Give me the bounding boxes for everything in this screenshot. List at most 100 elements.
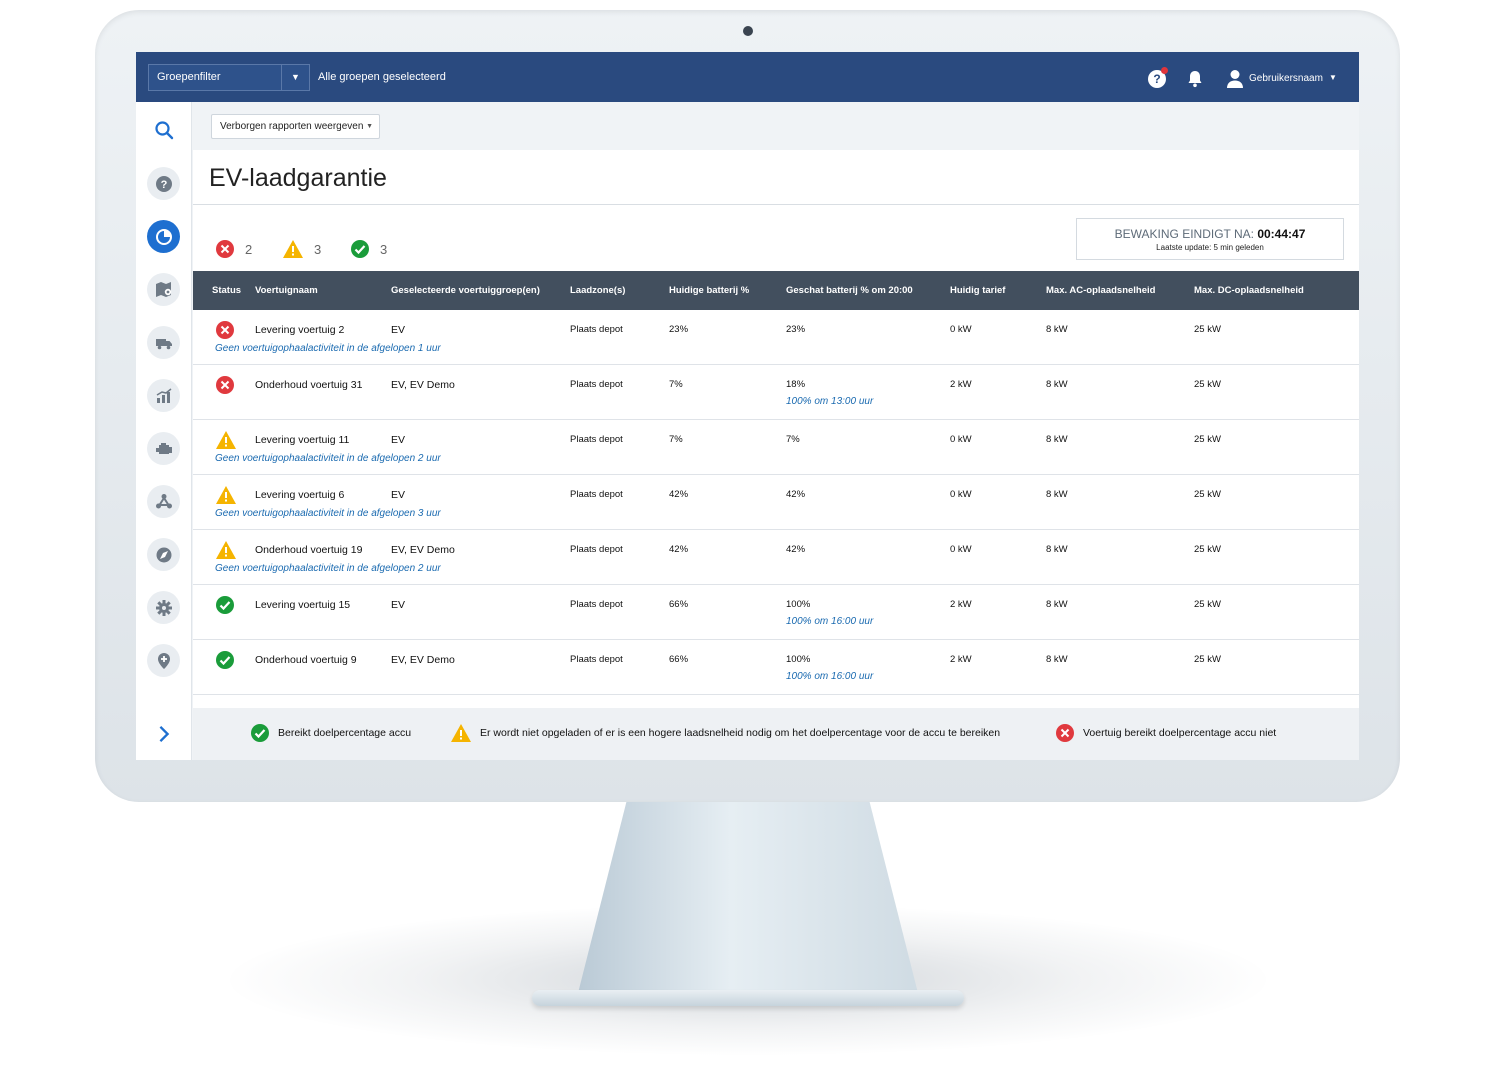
legend-error: Voertuig bereikt doelpercentage accu nie…	[1055, 723, 1276, 743]
max-ac: 8 kW	[1046, 434, 1068, 445]
vehicle-name[interactable]: Levering voertuig 11	[255, 434, 349, 446]
check-icon	[351, 240, 369, 258]
current-rate: 0 kW	[950, 434, 972, 445]
table-row[interactable]: Onderhoud voertuig 19 EV, EV Demo Plaats d…	[193, 530, 1359, 585]
vehicle-groups: EV	[391, 324, 406, 336]
summary-ok[interactable]: 3	[350, 239, 387, 259]
sidebar-item-zones[interactable]	[147, 538, 180, 571]
col-estimated-battery[interactable]: Geschat batterij % om 20:00	[786, 285, 913, 296]
monitoring-countdown: BEWAKING EINDIGT NA: 00:44:47 Laatste up…	[1076, 218, 1344, 260]
monitor-stand-neck	[575, 800, 921, 1005]
vehicle-name[interactable]: Onderhoud voertuig 9	[255, 654, 357, 666]
chevron-down-icon[interactable]: ▼	[281, 65, 309, 90]
vehicle-name[interactable]: Levering voertuig 2	[255, 324, 344, 336]
estimate-note: 100% om 16:00 uur	[786, 671, 874, 682]
sidebar-item-add-location[interactable]	[147, 644, 180, 677]
check-icon	[215, 650, 235, 670]
table-row[interactable]: Levering voertuig 6 EV Plaats depot 42% 42% 0…	[193, 475, 1359, 530]
activity-note: Geen voertuigophaalactiviteit in de afge…	[215, 563, 441, 574]
user-menu-caret-icon[interactable]: ▼	[1329, 73, 1337, 82]
table-row[interactable]: Onderhoud voertuig 9 EV, EV Demo Plaats de…	[193, 640, 1359, 695]
bar-chart-icon	[156, 387, 171, 403]
vehicle-name[interactable]: Onderhoud voertuig 31	[255, 379, 362, 391]
col-status[interactable]: Status	[212, 285, 241, 296]
estimated-battery: 100%	[786, 599, 811, 610]
vehicle-groups: EV	[391, 599, 406, 611]
vehicle-groups: EV, EV Demo	[391, 654, 455, 666]
check-icon	[215, 595, 235, 615]
table-row[interactable]: Levering voertuig 15 EV Plaats depot 66% 100…	[193, 585, 1359, 640]
legend-warning: Er wordt niet opgeladen of er is een hog…	[450, 723, 1000, 743]
sidebar-item-engine[interactable]	[147, 432, 180, 465]
estimated-battery: 18%	[786, 379, 806, 390]
vehicle-groups: EV	[391, 489, 406, 501]
sidebar-item-help[interactable]: ?	[147, 167, 180, 200]
max-dc: 25 kW	[1194, 654, 1221, 665]
legend-error-text: Voertuig bereikt doelpercentage accu nie…	[1083, 727, 1277, 739]
summary-error[interactable]: 2	[215, 239, 252, 259]
table-row[interactable]: Onderhoud voertuig 31 EV, EV Demo Plaats d…	[193, 365, 1359, 420]
question-circle-icon: ?	[155, 175, 172, 192]
vehicle-name[interactable]: Levering voertuig 6	[255, 489, 344, 501]
estimate-note: 100% om 13:00 uur	[786, 396, 874, 407]
col-max-dc[interactable]: Max. DC-oplaadsnelheid	[1194, 285, 1304, 296]
current-rate: 2 kW	[950, 599, 972, 610]
sidebar-expand-button[interactable]	[150, 720, 178, 748]
max-dc: 25 kW	[1194, 489, 1221, 500]
col-vehicle-groups[interactable]: Geselecteerde voertuiggroep(en)	[391, 285, 540, 296]
sidebar-item-settings[interactable]	[147, 591, 180, 624]
estimate-note: 100% om 16:00 uur	[786, 616, 874, 627]
activity-note: Geen voertuigophaalactiviteit in de afge…	[215, 508, 441, 519]
user-icon[interactable]	[1226, 69, 1244, 89]
col-current-battery[interactable]: Huidige batterij %	[669, 285, 749, 296]
search-icon	[155, 121, 174, 140]
charge-zone: Plaats depot	[570, 599, 623, 610]
notification-dot	[1161, 67, 1168, 74]
current-battery: 42%	[669, 489, 689, 500]
username[interactable]: Gebruikersnaam	[1249, 73, 1323, 84]
table-row[interactable]: Levering voertuig 11 EV Plaats depot 7% 7% 0 …	[193, 420, 1359, 475]
sidebar-item-reports[interactable]	[147, 220, 180, 253]
group-selection-status: Alle groepen geselecteerd	[318, 71, 446, 83]
app-screen: Groepenfilter ▼ Alle groepen geselecteer…	[136, 52, 1359, 760]
estimated-battery: 7%	[786, 434, 800, 445]
summary-warning-count: 3	[314, 241, 322, 257]
sidebar-item-activity[interactable]	[147, 379, 180, 412]
sidebar-item-vehicles[interactable]	[147, 326, 180, 359]
col-current-rate[interactable]: Huidig tarief	[950, 285, 1005, 296]
max-ac: 8 kW	[1046, 599, 1068, 610]
estimated-battery: 23%	[786, 324, 806, 335]
sidebar-item-map[interactable]	[147, 273, 180, 306]
sidebar-search[interactable]	[150, 116, 178, 144]
legend-warning-text: Er wordt niet opgeladen of er is een hog…	[480, 727, 1001, 739]
vehicle-name[interactable]: Onderhoud voertuig 19	[255, 544, 362, 556]
current-rate: 0 kW	[950, 324, 972, 335]
summary-warning[interactable]: 3	[282, 239, 321, 259]
col-charge-zones[interactable]: Laadzone(s)	[570, 285, 625, 296]
charge-zone: Plaats depot	[570, 434, 623, 445]
group-filter-dropdown[interactable]: Groepenfilter ▼	[148, 64, 310, 91]
summary-error-count: 2	[245, 241, 253, 257]
col-max-ac[interactable]: Max. AC-oplaadsnelheid	[1046, 285, 1155, 296]
sidebar-item-rules[interactable]	[147, 485, 180, 518]
monitor-stand-base	[532, 990, 964, 1006]
current-battery: 66%	[669, 654, 689, 665]
warning-icon	[283, 240, 303, 258]
bell-icon[interactable]	[1185, 69, 1205, 89]
sidebar: ?	[136, 102, 192, 760]
warning-icon	[215, 430, 236, 450]
table-row[interactable]: Levering voertuig 2 EV Plaats depot 23% 23% 0…	[193, 310, 1359, 365]
warning-icon	[215, 540, 236, 560]
col-vehicle-name[interactable]: Voertuignaam	[255, 285, 318, 296]
last-update: Laatste update: 5 min geleden	[1156, 243, 1264, 252]
charge-zone: Plaats depot	[570, 544, 623, 555]
network-icon	[155, 493, 172, 508]
activity-note: Geen voertuigophaalactiviteit in de afge…	[215, 453, 441, 464]
max-ac: 8 kW	[1046, 654, 1068, 665]
top-bar: Groepenfilter ▼ Alle groepen geselecteer…	[136, 52, 1359, 102]
max-dc: 25 kW	[1194, 379, 1221, 390]
vehicle-name[interactable]: Levering voertuig 15	[255, 599, 350, 611]
hidden-reports-dropdown[interactable]: Verborgen rapporten weergeven ▼	[211, 114, 380, 139]
error-icon	[1056, 724, 1074, 742]
error-icon	[215, 320, 235, 340]
